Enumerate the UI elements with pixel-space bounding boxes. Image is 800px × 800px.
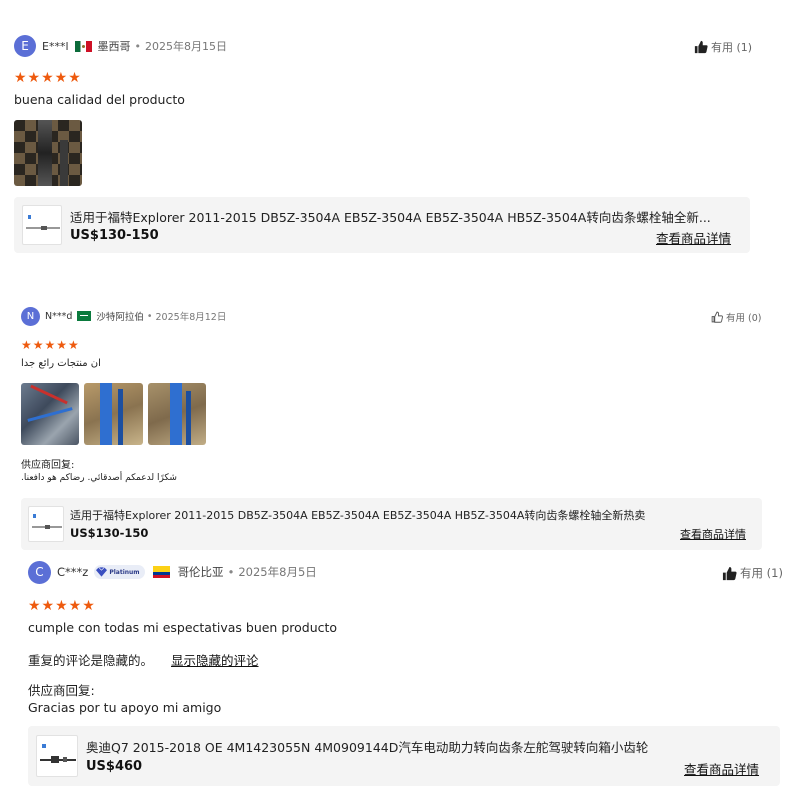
username: C***z [57, 565, 89, 579]
review-date: 2025年8月12日 [155, 312, 227, 323]
flag-icon [74, 40, 92, 52]
review-header: E E***l 墨西哥 • 2025年8月15日 [14, 35, 228, 57]
rating-stars: ★★★★★ [21, 338, 80, 352]
product-thumbnail [22, 205, 62, 245]
avatar: N [21, 306, 40, 326]
product-card[interactable]: 适用于福特Explorer 2011-2015 DB5Z-3504A EB5Z-… [21, 498, 762, 550]
hidden-note-text: 重复的评论是隐藏的。 [28, 653, 154, 668]
show-hidden-reviews-link[interactable]: 显示隐藏的评论 [171, 653, 259, 668]
product-title[interactable]: 适用于福特Explorer 2011-2015 DB5Z-3504A EB5Z-… [70, 507, 750, 523]
helpful-button[interactable]: 有用 (0) [711, 310, 761, 324]
avatar: E [14, 35, 36, 57]
country: 墨西哥 [97, 40, 131, 53]
product-card[interactable]: 适用于福特Explorer 2011-2015 DB5Z-3504A EB5Z-… [14, 197, 750, 253]
product-thumbnail [36, 735, 78, 777]
supplier-reply-label: 供应商回复: [21, 460, 75, 471]
helpful-label: 有用 (0) [726, 313, 762, 324]
product-price: US$130-150 [70, 228, 159, 243]
supplier-reply-text: Gracias por tu apoyo mi amigo [28, 700, 222, 715]
review-date: 2025年8月5日 [238, 565, 317, 579]
thumbs-up-icon [711, 311, 723, 323]
review-card: C C***z Platinum 哥伦比亚 • 2025年8月5日 有用 (1)… [28, 560, 783, 792]
rating-stars: ★★★★★ [28, 598, 96, 614]
username: E***l [42, 39, 69, 53]
review-photo[interactable] [21, 383, 79, 445]
platinum-badge: Platinum [94, 565, 145, 579]
rating-stars: ★★★★★ [14, 70, 82, 86]
review-header: C C***z Platinum 哥伦比亚 • 2025年8月5日 [28, 560, 317, 584]
avatar: C [28, 560, 51, 584]
view-product-link[interactable]: 查看商品详情 [656, 228, 731, 247]
flag-icon [77, 311, 92, 321]
review-photo[interactable] [84, 383, 143, 445]
review-card: E E***l 墨西哥 • 2025年8月15日 有用 (1) ★★★★★ bu… [14, 35, 774, 256]
separator-dot: • [134, 39, 142, 53]
separator-dot: • [146, 310, 153, 322]
review-text: cumple con todas mi espectativas buen pr… [28, 620, 338, 635]
badge-label: Platinum [109, 568, 140, 576]
helpful-button[interactable]: 有用 (1) [694, 39, 752, 55]
country: 哥伦比亚 [177, 565, 224, 579]
product-thumbnail [28, 506, 64, 542]
review-date: 2025年8月15日 [145, 40, 228, 53]
product-price: US$130-150 [70, 526, 149, 540]
supplier-reply-text: شكرًا لدعمكم أصدقائي. رضاكم هو دافعنا. [21, 473, 177, 483]
helpful-button[interactable]: 有用 (1) [722, 565, 783, 581]
product-title[interactable]: 奥迪Q7 2015-2018 OE 4M1423055N 4M0909144D汽… [86, 737, 766, 756]
country: 沙特阿拉伯 [96, 312, 144, 323]
review-header: N N***d 沙特阿拉伯 • 2025年8月12日 [21, 306, 226, 326]
review-text: ان منتجات رائع جدا [21, 358, 101, 369]
thumbs-up-icon [694, 40, 708, 54]
review-card: N N***d 沙特阿拉伯 • 2025年8月12日 有用 (0) ★★★★★ … [21, 306, 766, 552]
product-price: US$460 [86, 759, 143, 774]
helpful-label: 有用 (1) [711, 41, 753, 54]
supplier-reply-label: 供应商回复: [28, 683, 95, 698]
review-text: buena calidad del producto [14, 92, 185, 107]
review-photo[interactable] [148, 383, 206, 445]
review-photo[interactable] [14, 120, 82, 186]
thumbs-up-icon [722, 566, 737, 580]
hidden-reviews-note: 重复的评论是隐藏的。 显示隐藏的评论 [28, 650, 259, 669]
separator-dot: • [227, 565, 235, 579]
flag-icon [152, 566, 170, 578]
product-card[interactable]: 奥迪Q7 2015-2018 OE 4M1423055N 4M0909144D汽… [28, 726, 780, 786]
username: N***d [45, 310, 73, 322]
view-product-link[interactable]: 查看商品详情 [684, 759, 759, 778]
product-title[interactable]: 适用于福特Explorer 2011-2015 DB5Z-3504A EB5Z-… [70, 207, 738, 226]
helpful-label: 有用 (1) [740, 566, 783, 580]
diamond-badge-icon [96, 567, 108, 577]
view-product-link[interactable]: 查看商品详情 [680, 526, 746, 542]
